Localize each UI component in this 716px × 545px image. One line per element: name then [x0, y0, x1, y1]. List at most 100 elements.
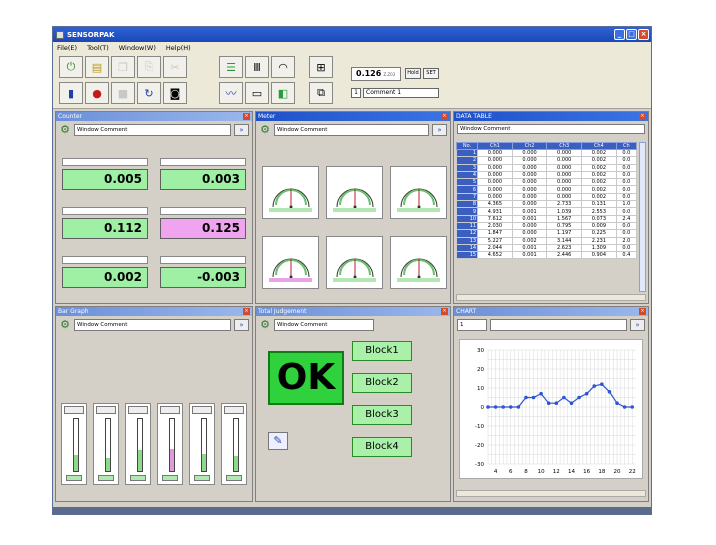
power-icon[interactable]: ⏻: [59, 56, 83, 78]
close-icon[interactable]: ×: [243, 113, 250, 120]
camera-icon[interactable]: ◙: [163, 82, 187, 104]
expand-button[interactable]: »: [630, 318, 645, 331]
close-icon[interactable]: ×: [639, 308, 646, 315]
data-table-title: DATA TABLE ×: [454, 112, 648, 121]
bar-view-icon[interactable]: Ⅲ: [245, 56, 269, 78]
table-cell: 0.131: [581, 200, 617, 209]
bar-gauge[interactable]: [157, 403, 183, 485]
horizontal-scrollbar[interactable]: [456, 294, 646, 301]
table-row[interactable]: 5 0.000 0.000 0.000 0.002 0.0: [455, 178, 638, 187]
hold-button[interactable]: Hold: [405, 68, 421, 79]
menu-tool[interactable]: Tool(T): [87, 44, 109, 52]
stop-icon[interactable]: ■: [111, 82, 135, 104]
judge-view-icon[interactable]: ◧: [271, 82, 295, 104]
close-icon[interactable]: ×: [243, 308, 250, 315]
table-cell: 2.446: [546, 251, 583, 260]
comment-number[interactable]: 1: [351, 88, 361, 98]
counter-cell[interactable]: 0.005: [62, 158, 148, 193]
gauge-meter[interactable]: [326, 236, 383, 289]
gauge-meter[interactable]: [390, 166, 447, 219]
expand-button[interactable]: »: [234, 123, 249, 136]
edit-icon[interactable]: ✎: [268, 432, 288, 450]
table-cell: 3: [455, 163, 479, 172]
counter-cell[interactable]: -0.003: [160, 256, 246, 291]
counter-value: 0.002: [62, 267, 148, 288]
counter-cell[interactable]: 0.112: [62, 207, 148, 242]
close-button[interactable]: ×: [638, 29, 649, 40]
table-row[interactable]: 4 0.000 0.000 0.000 0.002 0.0: [455, 170, 638, 180]
bar-gauge[interactable]: [125, 403, 151, 485]
table-header[interactable]: No.: [455, 142, 479, 150]
menu-window[interactable]: Window(W): [119, 44, 156, 52]
expand-button[interactable]: »: [432, 123, 447, 136]
settings-icon[interactable]: ✂: [163, 56, 187, 78]
close-icon[interactable]: ×: [441, 113, 448, 120]
set-button[interactable]: SET: [423, 68, 439, 79]
data-point: [539, 391, 543, 396]
table-header[interactable]: Ch1: [477, 142, 513, 150]
gauge-meter[interactable]: [390, 236, 447, 289]
counter-cell[interactable]: 0.125: [160, 207, 246, 242]
menu-file[interactable]: File(E): [57, 44, 77, 52]
vertical-scrollbar[interactable]: [639, 142, 646, 292]
close-icon[interactable]: ×: [639, 113, 646, 120]
paste-icon[interactable]: ⎘: [137, 56, 161, 78]
data-point: [524, 395, 528, 400]
pause-icon[interactable]: ▮: [59, 82, 83, 104]
channel-select[interactable]: 1: [457, 318, 487, 331]
menu-help[interactable]: Help(H): [166, 44, 191, 52]
expand-button[interactable]: »: [234, 318, 249, 331]
table-row[interactable]: 13 5.227 0.002 3.144 2.231 2.0: [455, 236, 638, 245]
table-cell: 5: [455, 178, 479, 187]
comment-field[interactable]: Comment 1: [363, 88, 439, 98]
refresh-icon[interactable]: ↻: [137, 82, 161, 104]
table-row[interactable]: 7 0.000 0.000 0.000 0.002 0.0: [455, 192, 638, 202]
grid-view-icon[interactable]: ⊞: [309, 56, 333, 78]
table-cell: 0.002: [581, 185, 617, 194]
settings-gear-icon[interactable]: ⚙: [59, 318, 71, 331]
gauge-meter[interactable]: [262, 236, 319, 289]
horizontal-scrollbar[interactable]: [456, 490, 646, 497]
record-icon[interactable]: ●: [85, 82, 109, 104]
bar-gauge[interactable]: [189, 403, 215, 485]
chart-view-icon[interactable]: 〰: [219, 82, 243, 104]
maximize-button[interactable]: □: [626, 29, 637, 40]
table-cell: 0.000: [477, 170, 513, 180]
table-header[interactable]: Ch3: [546, 142, 583, 150]
table-row[interactable]: 12 1.847 0.000 1.197 0.225 0.0: [455, 229, 638, 238]
table-cell: 5.227: [477, 236, 513, 245]
table-header[interactable]: Ch: [615, 142, 638, 150]
bar-gauge[interactable]: [61, 403, 87, 485]
table-row[interactable]: 6 0.000 0.000 0.000 0.002 0.0: [455, 185, 638, 194]
table-header[interactable]: Ch2: [511, 142, 548, 150]
settings-gear-icon[interactable]: ⚙: [59, 123, 71, 136]
table-row[interactable]: 2 0.000 0.000 0.000 0.002 0.0: [455, 156, 638, 165]
close-icon[interactable]: ×: [441, 308, 448, 315]
table-row[interactable]: 8 4.365 0.000 2.733 0.131 1.0: [455, 200, 638, 209]
table-row[interactable]: 14 2.044 0.001 2.623 1.309 0.0: [455, 243, 638, 253]
counter-cell[interactable]: 0.003: [160, 158, 246, 193]
table-view-icon[interactable]: ▭: [245, 82, 269, 104]
table-row[interactable]: 3 0.000 0.000 0.000 0.002 0.0: [455, 163, 638, 172]
window-icon[interactable]: ⧉: [309, 82, 333, 104]
counter-view-icon[interactable]: ☰: [219, 56, 243, 78]
table-row[interactable]: 10 7.612 0.001 1.567 0.073 2.4: [455, 214, 638, 223]
save-icon[interactable]: ▤: [85, 56, 109, 78]
table-row[interactable]: 11 2.030 0.000 0.795 0.009 0.0: [455, 221, 638, 231]
bar-gauge[interactable]: [221, 403, 247, 485]
table-row[interactable]: 15 4.652 0.001 2.446 0.904 0.4: [455, 251, 638, 260]
settings-gear-icon[interactable]: ⚙: [259, 123, 271, 136]
table-row[interactable]: 9 4.931 0.001 1.039 2.553 0.0: [455, 207, 638, 216]
table-header[interactable]: Ch4: [581, 142, 617, 150]
table-row[interactable]: 1 0.000 0.000 0.000 0.002 0.0: [455, 148, 638, 158]
minimize-button[interactable]: _: [614, 29, 625, 40]
gauge-meter[interactable]: [262, 166, 319, 219]
settings-gear-icon[interactable]: ⚙: [259, 318, 271, 331]
x-tick-label: 20: [614, 469, 621, 475]
counter-cell[interactable]: 0.002: [62, 256, 148, 291]
bar-gauge[interactable]: [93, 403, 119, 485]
gauge-meter[interactable]: [326, 166, 383, 219]
table-cell: 1.197: [546, 229, 583, 238]
copy-icon[interactable]: ❐: [111, 56, 135, 78]
meter-view-icon[interactable]: ◠: [271, 56, 295, 78]
